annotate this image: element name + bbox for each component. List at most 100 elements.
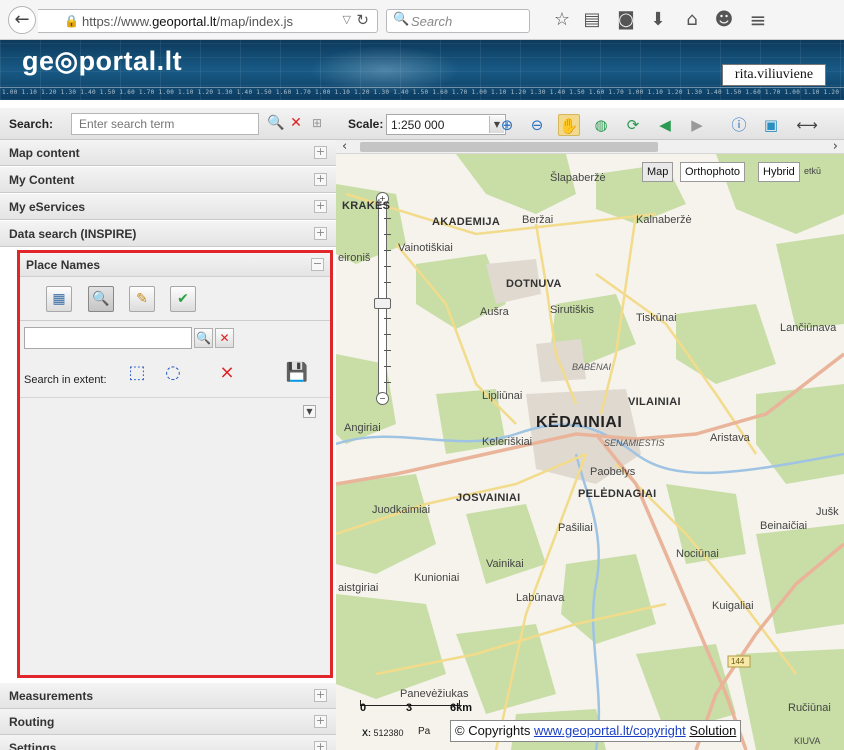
reload-icon[interactable]: ↻ [356,11,369,29]
scale-tick-label: 0 [360,702,367,714]
expand-plus-icon[interactable]: + [314,146,327,159]
search-tool-button[interactable]: 🔍 [88,286,114,312]
place-label: AKADEMIJA [432,216,501,228]
layer-map-button[interactable]: Map [642,162,674,182]
expand-plus-icon[interactable]: + [314,200,327,213]
search-label: Search: [9,117,54,131]
copyright-link[interactable]: www.geoportal.lt/copyright [534,723,686,738]
zoom-tick [384,350,391,351]
next-extent-icon[interactable]: ▶ [686,114,708,136]
place-name-input[interactable] [24,327,192,349]
collapse-minus-icon[interactable]: − [311,258,324,271]
user-name-badge[interactable]: rita.viliuviene [722,64,826,86]
expand-plus-icon[interactable]: + [314,715,327,728]
place-label: Šlapaberžė [550,172,606,184]
accordion-data-search[interactable]: Data search (INSPIRE) + [0,221,336,247]
url-text[interactable]: https://www.geoportal.lt/map/index.js [82,14,342,29]
scale-select[interactable]: 1:250 000 ▼ [386,114,506,135]
dropdown-more-icon[interactable]: ▼ [303,405,316,418]
download-icon[interactable]: ⬇ [646,9,670,33]
accordion-settings[interactable]: Settings + [0,735,336,750]
layer-hybrid-button[interactable]: Hybrid [758,162,800,182]
clear-x-icon[interactable]: ✕ [287,114,305,132]
place-clear-icon[interactable]: ✕ [215,328,234,348]
url-bar[interactable]: 🔒 https://www.geoportal.lt/map/index.js … [38,9,378,33]
place-names-header[interactable]: Place Names − [20,253,330,277]
zoom-tick [384,218,391,219]
circle-select-icon[interactable]: ◌ [158,359,188,389]
solution-link[interactable]: Solution [689,723,736,738]
place-label: Beinaičiai [760,520,808,532]
zoom-out-icon[interactable]: ⊖ [526,114,548,136]
browser-search-box[interactable]: 🔍 Search [386,9,530,33]
scroll-right-icon[interactable]: › [833,139,838,154]
coordinate-readout: X: 512380 [362,728,404,738]
split-arrows-icon[interactable]: ⟷ [796,114,818,136]
accordion-label: Settings [9,741,57,750]
scale-value: 1:250 000 [391,118,445,132]
road-number-label: 144 [731,657,745,666]
place-label: Labūnava [516,592,565,604]
zoom-in-icon[interactable]: ⊕ [496,114,518,136]
save-disk-icon[interactable]: 💾 [282,359,312,389]
clear-extent-icon[interactable]: ⨯ [212,359,242,389]
zoom-slider-minus-icon[interactable]: − [376,392,389,405]
accordion-my-content[interactable]: My Content + [0,167,336,193]
place-label: Beržai [522,214,554,226]
place-label: Ručiūnai [788,702,831,714]
scroll-left-icon[interactable]: ‹ [342,139,347,154]
pocket-icon[interactable]: ◙ [614,9,638,33]
lock-icon: 🔒 [64,14,79,28]
home-icon[interactable]: ⌂ [680,9,704,33]
place-label: aistgiriai [338,582,379,594]
layer-orthophoto-button[interactable]: Orthophoto [680,162,746,182]
search-input[interactable] [71,113,259,135]
rectangle-select-icon[interactable]: ⬚ [122,359,152,389]
expand-plus-icon[interactable]: + [314,173,327,186]
chat-icon[interactable]: ☻ [712,9,736,33]
place-label: Kunioniai [414,572,460,584]
site-logo[interactable]: ge◎portal.lt [22,46,182,77]
pan-hand-icon[interactable]: ✋ [558,114,580,136]
place-label: Aušra [480,306,509,318]
edit-pencil-button[interactable]: ✎ [129,286,155,312]
site-banner: ge◎portal.lt 1.00 1.10 1.20 1.30 1.40 1.… [0,40,844,100]
place-label: Juodkaimiai [372,504,431,516]
refresh-icon[interactable]: ⟳ [622,114,644,136]
menu-icon[interactable]: ≡ [746,9,770,33]
map-layer-tool-button[interactable]: ▦ [46,286,72,312]
expand-plus-icon[interactable]: + [314,689,327,702]
expand-plus-icon[interactable]: + [314,741,327,750]
accordion-my-eservices[interactable]: My eServices + [0,194,336,220]
place-label: etkū [804,166,822,176]
place-names-panel: Place Names − ▦ 🔍 ✎ ✔ 🔍 ✕ Search in exte… [17,250,333,678]
magnifier-icon[interactable]: 🔍 [267,114,285,132]
place-label: VILAINIAI [628,396,681,408]
star-icon[interactable]: ☆ [550,9,574,33]
print-icon[interactable]: ▣ [760,114,782,136]
place-label: Vainikai [486,558,524,570]
accordion-map-content[interactable]: Map content + [0,140,336,166]
scale-tick-label: 3 [406,702,413,714]
coordinate-extra-label: Pa [418,726,431,737]
place-search-icon[interactable]: 🔍 [194,328,213,348]
zoom-tick [384,266,391,267]
url-dropdown-icon[interactable]: ▽ [343,13,351,26]
reading-list-icon[interactable]: ▤ [580,9,604,33]
map-view[interactable]: Map Orthophoto Hybrid etkū + − KRAKĖS Šl… [336,154,844,750]
previous-extent-icon[interactable]: ◀ [654,114,676,136]
zoom-slider-handle[interactable] [374,298,391,309]
accordion-measurements[interactable]: Measurements + [0,683,336,709]
scrollbar-thumb[interactable] [360,142,658,152]
back-arrow-icon[interactable]: ← [8,6,36,34]
check-ok-button[interactable]: ✔ [170,286,196,312]
zoom-tick [384,382,391,383]
browser-search-placeholder: Search [411,14,453,29]
globe-icon[interactable]: ◍ [590,114,612,136]
map-horizontal-scrollbar[interactable]: ‹ › [336,139,844,154]
search-expand-icon[interactable]: ⊞ [308,114,326,132]
accordion-routing[interactable]: Routing + [0,709,336,735]
expand-plus-icon[interactable]: + [314,227,327,240]
info-icon[interactable]: ⓘ [728,114,750,136]
place-label: KIUVA [794,736,821,746]
